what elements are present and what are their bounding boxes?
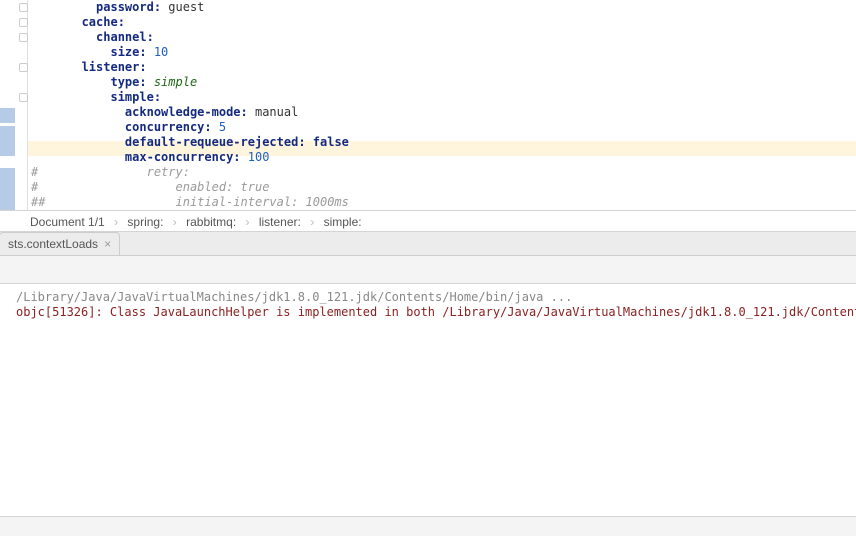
fold-handle-icon[interactable] xyxy=(19,93,28,102)
code-lines[interactable]: password: guest cache: channel: size: 10… xyxy=(28,0,856,210)
editor-gutter[interactable] xyxy=(0,0,28,210)
code-line[interactable]: size: 10 xyxy=(28,45,856,60)
console-line: /Library/Java/JavaVirtualMachines/jdk1.8… xyxy=(16,290,856,305)
console-tab-bar: sts.contextLoads × xyxy=(0,232,856,256)
code-line[interactable]: acknowledge-mode: manual xyxy=(28,105,856,120)
breadcrumb-item[interactable]: simple: xyxy=(324,215,362,229)
console-output[interactable]: /Library/Java/JavaVirtualMachines/jdk1.8… xyxy=(0,284,856,516)
chevron-right-icon: › xyxy=(246,215,250,229)
console-tab-label: sts.contextLoads xyxy=(8,233,98,256)
change-marker-icon xyxy=(0,126,15,141)
close-icon[interactable]: × xyxy=(104,238,111,250)
breadcrumb-item[interactable]: rabbitmq: xyxy=(186,215,236,229)
code-line[interactable]: # enabled: true xyxy=(28,180,856,195)
code-line[interactable]: channel: xyxy=(28,30,856,45)
code-line[interactable]: default-requeue-rejected: false xyxy=(28,135,856,150)
breadcrumb[interactable]: Document 1/1 › spring: › rabbitmq: › lis… xyxy=(0,210,856,232)
chevron-right-icon: › xyxy=(173,215,177,229)
fold-handle-icon[interactable] xyxy=(19,18,28,27)
code-line[interactable]: password: guest xyxy=(28,0,856,15)
change-marker-icon xyxy=(0,168,15,210)
fold-handle-icon[interactable] xyxy=(19,33,28,42)
chevron-right-icon: › xyxy=(310,215,314,229)
console-tab[interactable]: sts.contextLoads × xyxy=(0,232,120,255)
breadcrumb-document[interactable]: Document 1/1 xyxy=(30,215,105,229)
code-editor[interactable]: password: guest cache: channel: size: 10… xyxy=(0,0,856,210)
code-line[interactable]: listener: xyxy=(28,60,856,75)
breadcrumb-item[interactable]: spring: xyxy=(127,215,163,229)
change-marker-icon xyxy=(0,108,15,123)
change-marker-icon xyxy=(0,141,15,156)
code-line[interactable]: ## initial-interval: 1000ms xyxy=(28,195,856,210)
fold-handle-icon[interactable] xyxy=(19,3,28,12)
code-line[interactable]: max-concurrency: 100 xyxy=(28,150,856,165)
code-line[interactable]: # retry: xyxy=(28,165,856,180)
chevron-right-icon: › xyxy=(114,215,118,229)
code-line[interactable]: simple: xyxy=(28,90,856,105)
code-line[interactable]: concurrency: 5 xyxy=(28,120,856,135)
console-line: objc[51326]: Class JavaLaunchHelper is i… xyxy=(16,305,856,320)
console-toolbar xyxy=(0,256,856,284)
status-bar xyxy=(0,516,856,536)
code-line[interactable]: type: simple xyxy=(28,75,856,90)
breadcrumb-item[interactable]: listener: xyxy=(259,215,301,229)
fold-handle-icon[interactable] xyxy=(19,63,28,72)
code-line[interactable]: cache: xyxy=(28,15,856,30)
